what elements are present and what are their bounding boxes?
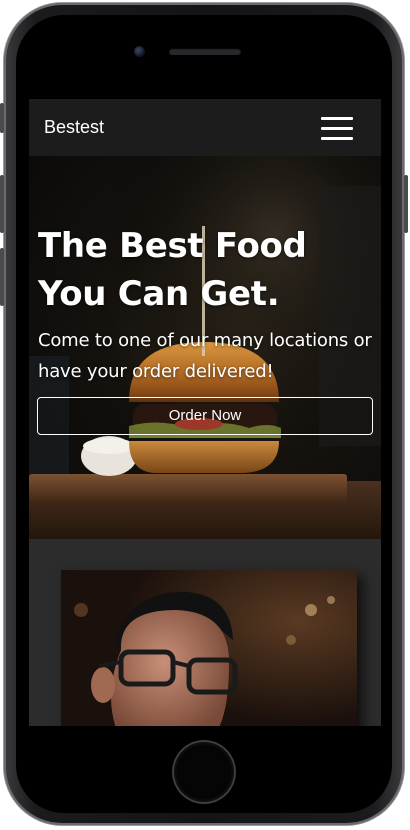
screen: Bestest The Best Food You Can Get. Come …	[29, 99, 381, 726]
hero-subtitle-line2: have your order delivered!	[38, 361, 274, 382]
feature-photo-card	[61, 570, 357, 726]
hero-title-line2: You Can Get.	[38, 274, 280, 314]
hero-title: The Best Food You Can Get.	[38, 222, 358, 318]
hero-subtitle: Come to one of our many locations or hav…	[38, 325, 378, 387]
volume-down-button	[0, 248, 4, 306]
navbar: Bestest	[29, 99, 381, 156]
feature-section	[29, 539, 381, 726]
mute-switch	[0, 103, 4, 133]
earpiece-speaker	[169, 48, 241, 55]
brand-logo[interactable]: Bestest	[44, 117, 104, 138]
hero-subtitle-line1: Come to one of our many locations or	[38, 330, 372, 351]
person-with-glasses-photo	[61, 570, 357, 726]
volume-up-button	[0, 175, 4, 233]
front-camera	[134, 46, 145, 57]
hero-section: The Best Food You Can Get. Come to one o…	[29, 156, 381, 539]
hero-title-line1: The Best Food	[38, 226, 307, 266]
order-now-button[interactable]: Order Now	[37, 397, 373, 435]
home-button[interactable]	[174, 742, 234, 802]
power-button	[404, 175, 408, 233]
hamburger-menu-icon[interactable]	[321, 117, 353, 141]
